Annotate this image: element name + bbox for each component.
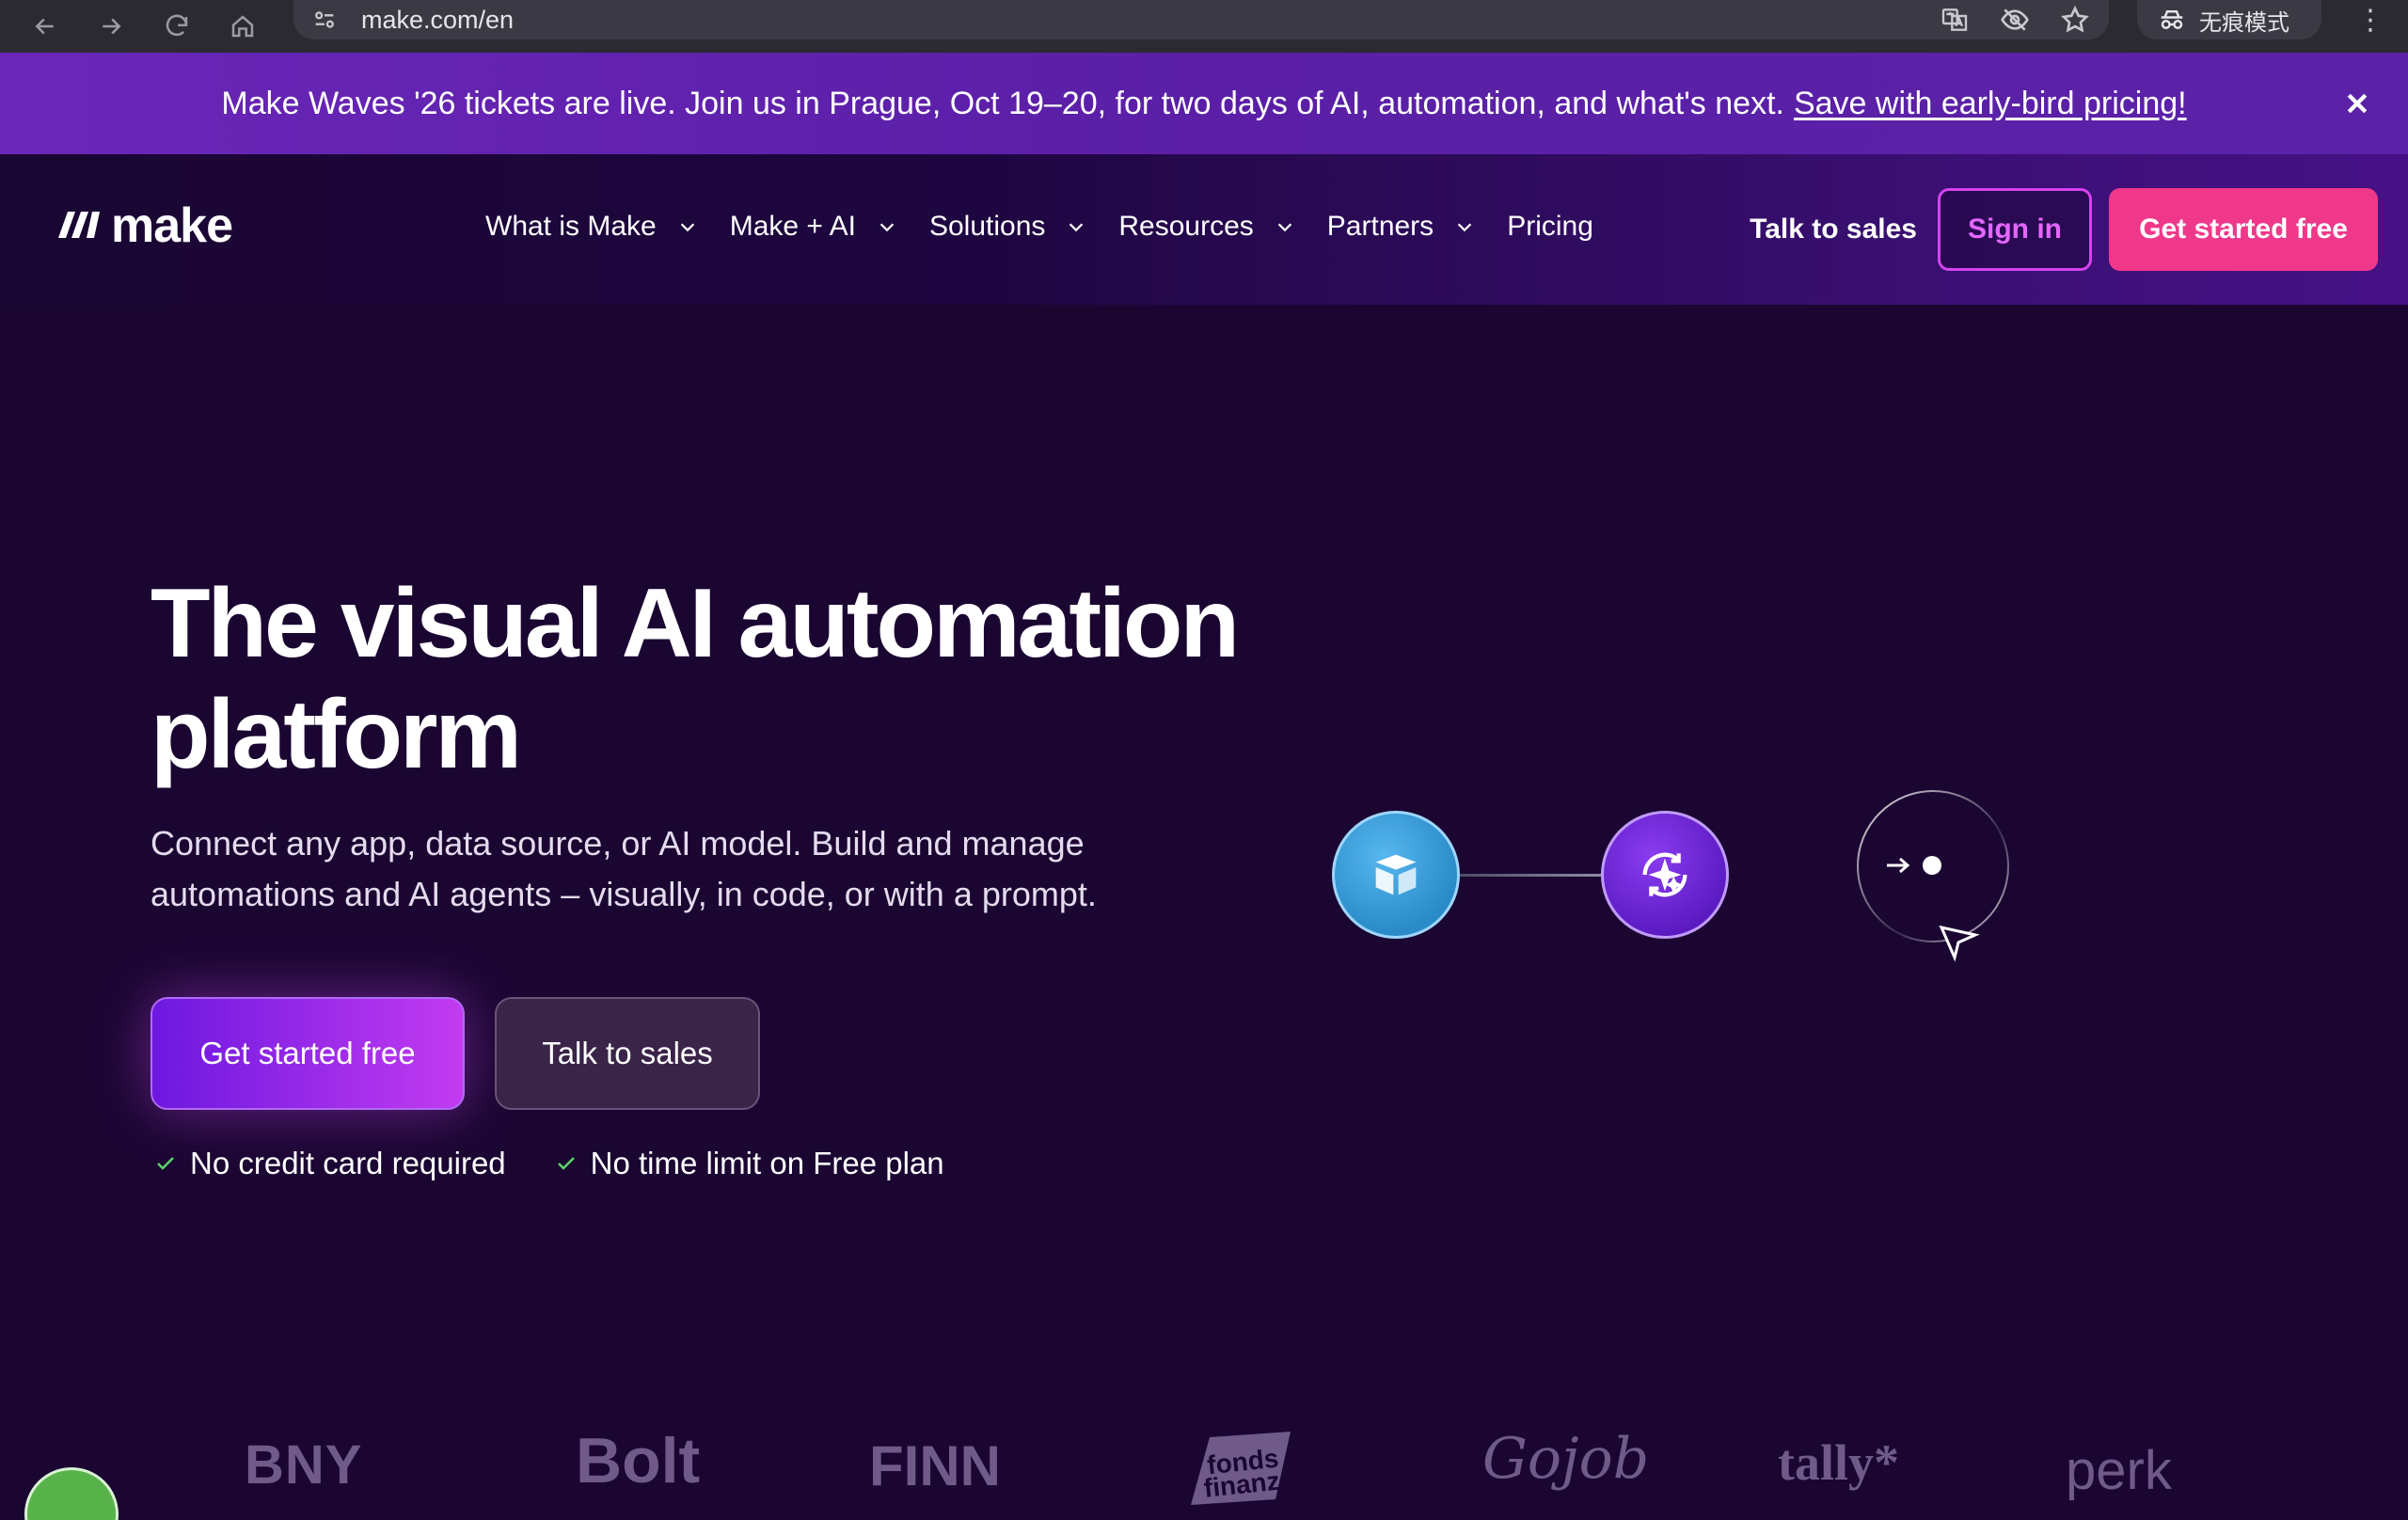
site-header: make What is Make Make + AI Solutions Re… (0, 154, 2408, 305)
address-bar[interactable]: make.com/en (293, 0, 2109, 40)
incognito-indicator[interactable]: 无痕模式 (2137, 0, 2321, 40)
chevron-down-icon (1275, 216, 1295, 237)
chevron-down-icon (677, 216, 698, 237)
site-info-icon[interactable] (307, 2, 342, 38)
back-icon[interactable] (24, 6, 66, 47)
logo-text: make (111, 198, 233, 253)
close-icon[interactable] (2335, 81, 2380, 126)
talk-to-sales-link[interactable]: Talk to sales (1750, 214, 1917, 245)
eye-off-icon[interactable] (2000, 5, 2030, 35)
nav-item-solutions[interactable]: Solutions (929, 211, 1086, 243)
incognito-label: 无痕模式 (2199, 8, 2289, 36)
logo-bny: BNY (245, 1434, 363, 1496)
nav-item-label: What is Make (485, 211, 657, 242)
nav-item-label: Solutions (928, 211, 1046, 242)
translate-icon[interactable] (1940, 5, 1970, 35)
hero-section: The visual AI automation platform Connec… (0, 305, 2408, 1520)
nav-item-label: Pricing (1507, 211, 1593, 242)
make-logo[interactable]: make (55, 198, 233, 254)
chevron-down-icon (877, 216, 897, 237)
logo-gojob: Gojob (1482, 1426, 1650, 1492)
nav-item-label: Resources (1118, 211, 1254, 242)
logo-tally: tally* (1778, 1434, 1899, 1491)
browser-menu-icon[interactable]: ⋮ (2352, 0, 2389, 40)
get-started-nav-button[interactable]: Get started free (2109, 188, 2378, 271)
home-icon[interactable] (222, 6, 263, 47)
banner-link[interactable]: Save with early-bird pricing! (1794, 86, 2187, 122)
logo-finn: FINN (869, 1434, 1001, 1497)
bookmark-star-icon[interactable] (2060, 5, 2090, 35)
chevron-down-icon (1066, 216, 1086, 237)
nav-item-make-ai[interactable]: Make + AI (730, 211, 897, 243)
nav-item-resources[interactable]: Resources (1118, 211, 1294, 243)
nav-item-label: Make + AI (729, 211, 856, 242)
nav-item-partners[interactable]: Partners (1327, 211, 1475, 243)
forward-icon[interactable] (90, 6, 132, 47)
check-icon (157, 1157, 174, 1170)
check-label: No time limit on Free plan (590, 1146, 944, 1180)
hero-title: The visual AI automation platform (150, 569, 1240, 789)
next-module-placeholder (1853, 786, 2013, 962)
nav-item-label: Partners (1326, 211, 1434, 242)
main-menu: What is Make Make + AI Solutions Resourc… (485, 203, 1625, 250)
check-no-time-limit: No time limit on Free plan (555, 1146, 944, 1181)
scenario-diagram (1317, 775, 2032, 1020)
module-connector (1460, 874, 1601, 877)
ai-sparkle-icon (1642, 852, 1687, 897)
incognito-icon (2161, 10, 2183, 29)
airtable-icon (1375, 854, 1417, 895)
ai-module (1601, 811, 1729, 939)
logo-fonds-finanz: fonds finanz (1181, 1432, 1294, 1512)
nav-item-pricing[interactable]: Pricing (1507, 211, 1593, 243)
logo-perk: perk (2066, 1440, 2172, 1501)
sign-in-button[interactable]: Sign in (1938, 188, 2092, 271)
get-started-button[interactable]: Get started free (150, 997, 465, 1110)
browser-toolbar: make.com/en 无痕模式 ⋮ (0, 0, 2408, 53)
check-no-credit-card: No credit card required (154, 1146, 506, 1181)
customer-logos: BNY Bolt FINN fonds finanz Gojob tally* … (245, 1425, 2314, 1518)
announcement-banner: Make Waves '26 tickets are live. Join us… (0, 53, 2408, 154)
banner-text: Make Waves '26 tickets are live. Join us… (221, 85, 1784, 121)
airtable-module (1332, 811, 1460, 939)
reload-icon[interactable] (156, 6, 198, 47)
url-text[interactable]: make.com/en (361, 6, 514, 35)
nav-item-what-is-make[interactable]: What is Make (485, 211, 698, 243)
chevron-down-icon (1454, 216, 1475, 237)
check-icon (557, 1157, 575, 1170)
make-logo-icon (55, 208, 102, 245)
check-label: No credit card required (190, 1146, 506, 1180)
logo-bolt: Bolt (576, 1425, 701, 1496)
talk-to-sales-button[interactable]: Talk to sales (495, 997, 760, 1110)
hero-subtitle: Connect any app, data source, or AI mode… (150, 824, 1097, 913)
